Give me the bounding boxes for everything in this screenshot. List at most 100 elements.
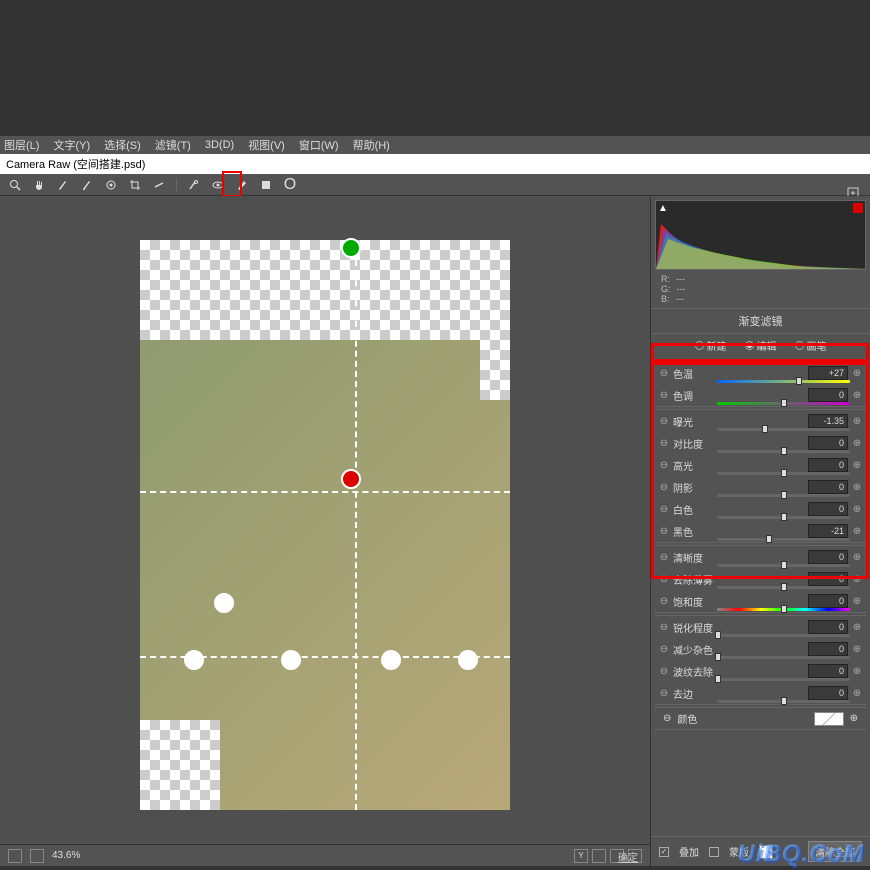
gradient-pin[interactable] [281, 650, 301, 670]
gradient-pin[interactable] [458, 650, 478, 670]
reset-plus-icon[interactable]: ⊕ [852, 644, 862, 655]
slider-value-input[interactable]: 0 [808, 686, 848, 700]
gradient-guide-vertical[interactable] [355, 240, 357, 810]
overlay-checkbox[interactable] [659, 847, 669, 857]
reset-plus-icon[interactable]: ⊕ [852, 688, 862, 699]
color-swatch[interactable] [814, 712, 844, 726]
gradient-pin[interactable] [214, 593, 234, 613]
slider-track[interactable] [717, 656, 850, 659]
slider-track[interactable] [717, 472, 850, 475]
gradient-pin[interactable] [381, 650, 401, 670]
slider-value-input[interactable]: 0 [808, 664, 848, 678]
workflow-options-link[interactable]: 确定 [618, 849, 638, 864]
view-mode-icon[interactable] [30, 849, 44, 863]
slider-value-input[interactable]: +27 [808, 366, 848, 380]
slider-thumb[interactable] [766, 535, 772, 543]
zoom-level[interactable]: 43.6% [52, 850, 80, 861]
menu-filter[interactable]: 滤镜(T) [155, 137, 191, 153]
reset-minus-icon[interactable]: ⊖ [659, 526, 669, 537]
reset-minus-icon[interactable]: ⊖ [659, 438, 669, 449]
slider-value-input[interactable]: 0 [808, 642, 848, 656]
adjustment-brush-icon[interactable] [235, 178, 249, 192]
reset-minus-icon[interactable]: ⊖ [659, 552, 669, 563]
mode-edit-radio[interactable]: 编辑 [745, 338, 777, 353]
slider-value-input[interactable]: -1.35 [808, 414, 848, 428]
slider-track[interactable] [717, 380, 850, 383]
reset-minus-icon[interactable]: ⊖ [659, 482, 669, 493]
slider-value-input[interactable]: 0 [808, 572, 848, 586]
slider-track[interactable] [717, 450, 850, 453]
reset-plus-icon[interactable]: ⊕ [852, 504, 862, 515]
slider-track[interactable] [717, 494, 850, 497]
reset-minus-icon[interactable]: ⊖ [659, 368, 669, 379]
reset-minus-icon[interactable]: ⊖ [659, 644, 669, 655]
preview-mode-icon[interactable]: Y [574, 849, 588, 863]
reset-plus-icon[interactable]: ⊕ [852, 460, 862, 471]
reset-plus-icon[interactable]: ⊕ [852, 622, 862, 633]
slider-track[interactable] [717, 402, 850, 405]
reset-minus-icon[interactable]: ⊖ [659, 596, 669, 607]
slider-value-input[interactable]: 0 [808, 388, 848, 402]
straighten-tool-icon[interactable] [152, 178, 166, 192]
gradient-pin[interactable] [184, 650, 204, 670]
slider-value-input[interactable]: 0 [808, 502, 848, 516]
red-eye-tool-icon[interactable] [211, 178, 225, 192]
reset-plus-icon[interactable]: ⊕ [852, 482, 862, 493]
slider-track[interactable] [717, 608, 850, 611]
zoom-tool-icon[interactable] [8, 178, 22, 192]
reset-plus-icon[interactable]: ⊕ [852, 368, 862, 379]
reset-minus-icon[interactable]: ⊖ [659, 390, 669, 401]
slider-thumb[interactable] [781, 605, 787, 613]
slider-thumb[interactable] [781, 399, 787, 407]
reset-plus-icon[interactable]: ⊕ [852, 574, 862, 585]
slider-track[interactable] [717, 564, 850, 567]
mask-checkbox[interactable] [709, 847, 719, 857]
mode-new-radio[interactable]: 新建 [695, 338, 727, 353]
reset-plus-icon[interactable]: ⊕ [852, 596, 862, 607]
reset-minus-icon[interactable]: ⊖ [659, 504, 669, 515]
reset-plus-icon[interactable]: ⊕ [850, 713, 858, 724]
reset-plus-icon[interactable]: ⊕ [852, 526, 862, 537]
slider-thumb[interactable] [781, 697, 787, 705]
reset-minus-icon[interactable]: ⊖ [659, 460, 669, 471]
slider-value-input[interactable]: 0 [808, 594, 848, 608]
slider-track[interactable] [717, 634, 850, 637]
slider-track[interactable] [717, 586, 850, 589]
radial-filter-icon[interactable]: O [283, 178, 297, 192]
slider-track[interactable] [717, 428, 850, 431]
white-balance-tool-icon[interactable] [56, 178, 70, 192]
histogram[interactable]: ▲ [655, 200, 866, 270]
mask-color-swatch[interactable] [759, 845, 773, 859]
reset-plus-icon[interactable]: ⊕ [852, 552, 862, 563]
mode-brush-radio[interactable]: 画笔 [795, 338, 827, 353]
reset-plus-icon[interactable]: ⊕ [852, 390, 862, 401]
gradient-pin-start[interactable] [341, 238, 361, 258]
reset-minus-icon[interactable]: ⊖ [659, 622, 669, 633]
menu-3d[interactable]: 3D(D) [205, 139, 234, 151]
gradient-guide-horizontal[interactable] [140, 491, 510, 493]
slider-value-input[interactable]: -21 [808, 524, 848, 538]
color-sampler-tool-icon[interactable] [80, 178, 94, 192]
menu-window[interactable]: 窗口(W) [299, 137, 339, 153]
slider-value-input[interactable]: 0 [808, 550, 848, 564]
gradient-pin-active[interactable] [341, 469, 361, 489]
slider-value-input[interactable]: 0 [808, 480, 848, 494]
menu-layer[interactable]: 图层(L) [4, 137, 39, 153]
canvas-viewport[interactable] [0, 196, 650, 844]
target-adjustment-tool-icon[interactable] [104, 178, 118, 192]
slider-track[interactable] [717, 516, 850, 519]
slider-track[interactable] [717, 538, 850, 541]
slider-value-input[interactable]: 0 [808, 620, 848, 634]
view-mode-icon[interactable] [8, 849, 22, 863]
reset-minus-icon[interactable]: ⊖ [659, 416, 669, 427]
clear-all-button[interactable]: 清除全部 [808, 841, 862, 862]
reset-minus-icon[interactable]: ⊖ [663, 713, 671, 724]
reset-minus-icon[interactable]: ⊖ [659, 574, 669, 585]
reset-plus-icon[interactable]: ⊕ [852, 666, 862, 677]
highlight-clipping-icon[interactable] [853, 203, 863, 213]
reset-minus-icon[interactable]: ⊖ [659, 666, 669, 677]
before-after-icon[interactable] [592, 849, 606, 863]
slider-value-input[interactable]: 0 [808, 458, 848, 472]
slider-track[interactable] [717, 700, 850, 703]
reset-minus-icon[interactable]: ⊖ [659, 688, 669, 699]
